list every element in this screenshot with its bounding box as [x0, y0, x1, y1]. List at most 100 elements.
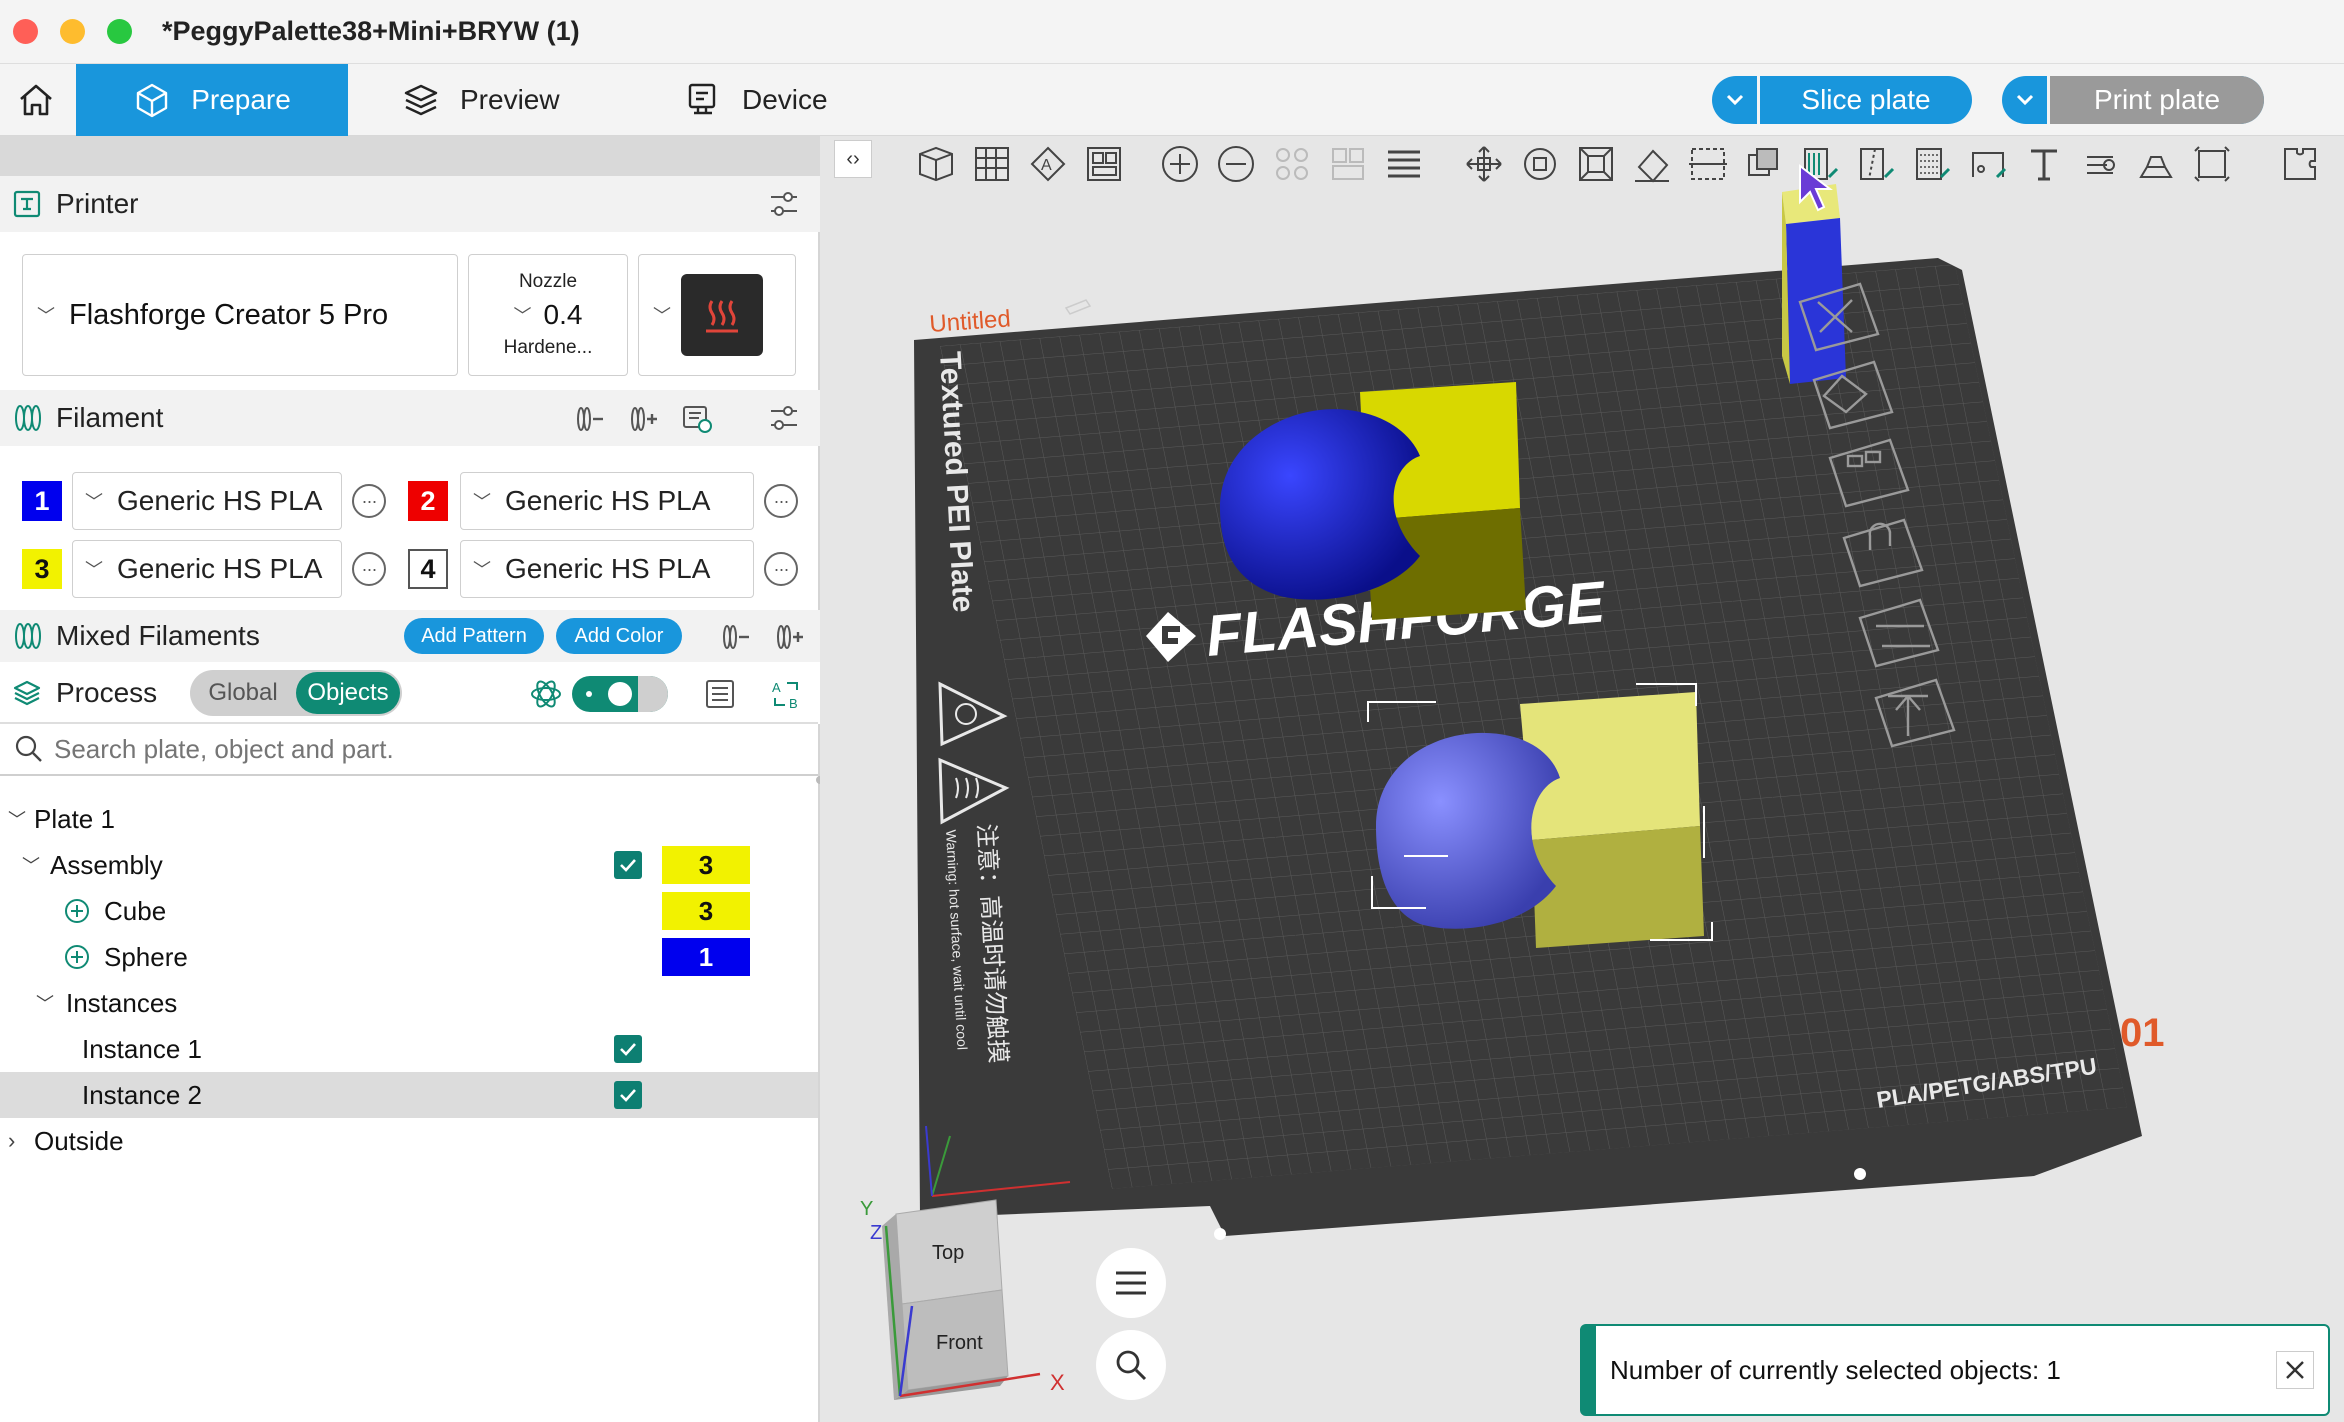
chevron-down-icon[interactable]: ﹀	[36, 990, 66, 1016]
add-filament-icon[interactable]	[624, 400, 662, 438]
remove-filament-icon[interactable]	[570, 400, 608, 438]
object-search-field[interactable]	[0, 722, 818, 776]
slice-plate-button[interactable]: Slice plate	[1712, 76, 1972, 124]
nozzle-value: 0.4	[543, 299, 583, 330]
filament-slot-4-more-icon[interactable]: ···	[764, 552, 798, 586]
tree-instance-1-label: Instance 1	[82, 1033, 202, 1064]
printer-select[interactable]: ﹀ Flashforge Creator 5 Pro	[22, 254, 458, 376]
view-cube[interactable]: Top Front Y Z X	[860, 1186, 1065, 1416]
add-mixed-filament-icon[interactable]	[770, 618, 808, 656]
process-scope-toggle[interactable]: Global Objects	[190, 670, 402, 716]
cube-extruder-badge[interactable]: 3	[662, 892, 750, 930]
sync-filament-icon[interactable]	[678, 400, 716, 438]
filament-slot-2-swatch[interactable]: 2	[408, 481, 448, 521]
filament-settings-icon[interactable]	[766, 400, 802, 436]
filament-slot-4-select[interactable]: ﹀ Generic HS PLA	[460, 540, 754, 598]
tab-prepare[interactable]: Prepare	[76, 64, 348, 136]
process-list-icon[interactable]	[700, 674, 740, 714]
part-add-icon	[65, 945, 89, 969]
wipe-tower-model[interactable]	[1782, 184, 1846, 384]
edit-name-icon[interactable]	[1064, 299, 1092, 315]
plate-number: 01	[2120, 1011, 2165, 1055]
tree-plate-row[interactable]: ﹀ Plate 1	[0, 796, 818, 842]
nozzle-select[interactable]: Nozzle ﹀ 0.4 Hardene...	[468, 254, 628, 376]
view-cube-front-label[interactable]: Front	[936, 1332, 983, 1355]
filament-slot-3-more-icon[interactable]: ···	[352, 552, 386, 586]
remove-mixed-filament-icon[interactable]	[716, 618, 754, 656]
view-cube-top-label[interactable]: Top	[932, 1242, 964, 1265]
filament-slot-1-swatch[interactable]: 1	[22, 481, 62, 521]
mixed-filaments-label: Mixed Filaments	[56, 620, 260, 651]
filament-slot-4-swatch[interactable]: 4	[408, 549, 448, 589]
slice-plate-label: Slice plate	[1801, 84, 1931, 115]
home-button[interactable]	[0, 64, 72, 136]
instance-2-visible-checkbox[interactable]	[614, 1081, 642, 1109]
left-sidebar: Printer ﹀ Flashforge Creator 5 Pro Nozzl…	[0, 136, 824, 1422]
printer-settings-icon[interactable]	[766, 186, 802, 222]
tree-assembly-row[interactable]: ﹀ Assembly 3	[0, 842, 818, 888]
filament-icon	[15, 405, 41, 431]
close-notification-button[interactable]	[2276, 1351, 2314, 1389]
close-icon	[2286, 1361, 2304, 1379]
axis-z-label: Z	[870, 1222, 883, 1244]
tab-device[interactable]: Device	[684, 64, 884, 136]
printer-icon	[13, 190, 41, 218]
plate-name-label[interactable]: Untitled	[929, 305, 1012, 338]
prepare-icon	[136, 83, 168, 118]
tree-instance-row[interactable]: Instance 1	[0, 1026, 818, 1072]
menu-button[interactable]	[1096, 1248, 1166, 1318]
filament-header-label: Filament	[56, 402, 164, 433]
instance-1-visible-checkbox[interactable]	[614, 1035, 642, 1063]
filament-slot-1-more-icon[interactable]: ···	[352, 484, 386, 518]
mixed-filaments-header: Mixed Filaments Add Pattern Add Color	[0, 610, 820, 662]
toggle-global[interactable]: Global	[190, 679, 296, 707]
tree-instance-row-selected[interactable]: Instance 2	[0, 1072, 818, 1118]
toggle-objects[interactable]: Objects	[296, 672, 400, 714]
bed-type-select[interactable]: ﹀	[638, 254, 796, 376]
sphere-extruder-badge[interactable]: 1	[662, 938, 750, 976]
chevron-down-icon: ﹀	[473, 492, 491, 512]
notification-text: Number of currently selected objects: 1	[1610, 1354, 2061, 1385]
close-window-button[interactable]	[13, 19, 38, 44]
minimize-window-button[interactable]	[60, 19, 85, 44]
filament-slot-3-select[interactable]: ﹀ Generic HS PLA	[72, 540, 342, 598]
filament-slot-2-name: Generic HS PLA	[505, 485, 711, 516]
add-color-button[interactable]: Add Color	[556, 618, 682, 654]
search-input[interactable]	[54, 733, 774, 765]
assembly-extruder-badge[interactable]: 3	[662, 846, 750, 884]
assembly-visible-checkbox[interactable]	[614, 851, 642, 879]
chevron-right-icon[interactable]: ›	[8, 1128, 34, 1154]
filament-slot-3-swatch[interactable]: 3	[22, 549, 62, 589]
tree-instance-2-label: Instance 2	[82, 1079, 202, 1110]
compare-presets-icon[interactable]: AB	[766, 674, 806, 714]
tree-instances-row[interactable]: ﹀ Instances	[0, 980, 818, 1026]
chevron-down-icon[interactable]: ﹀	[22, 852, 50, 878]
tree-outside-row[interactable]: › Outside	[0, 1118, 818, 1164]
svg-text:B: B	[789, 696, 798, 711]
zoom-search-button[interactable]	[1096, 1330, 1166, 1400]
svg-text:A: A	[772, 680, 781, 695]
chevron-down-icon: ﹀	[513, 306, 532, 326]
tree-part-row[interactable]: Cube 3	[0, 888, 818, 934]
filament-slot-4-name: Generic HS PLA	[505, 553, 711, 584]
filament-slot-1-select[interactable]: ﹀ Generic HS PLA	[72, 472, 342, 530]
tree-assembly-label: Assembly	[50, 849, 163, 880]
tree-plate-label: Plate 1	[34, 803, 115, 834]
chevron-down-icon[interactable]: ﹀	[8, 806, 34, 832]
tab-preview[interactable]: Preview	[402, 64, 602, 136]
slice-dropdown-chevron-icon[interactable]	[1712, 76, 1760, 124]
auto-settings-icon[interactable]	[526, 674, 566, 714]
advanced-toggle[interactable]	[572, 676, 668, 712]
3d-viewport[interactable]: ‹› A Untitled 01 Textured PEI Plate 注意：高…	[820, 136, 2344, 1422]
selection-notification: Number of currently selected objects: 1	[1580, 1324, 2330, 1416]
tree-cube-label: Cube	[104, 895, 167, 926]
add-pattern-button[interactable]: Add Pattern	[404, 618, 544, 654]
print-plate-button[interactable]: Print plate	[2002, 76, 2264, 124]
filament-slot-2-more-icon[interactable]: ···	[764, 484, 798, 518]
tree-part-row[interactable]: Sphere 1	[0, 934, 818, 980]
filament-slot-2-select[interactable]: ﹀ Generic HS PLA	[460, 472, 754, 530]
printer-section-header: Printer	[0, 176, 820, 232]
print-dropdown-chevron-icon[interactable]	[2002, 76, 2050, 124]
zoom-window-button[interactable]	[107, 19, 132, 44]
bed-mount-hole	[1214, 1228, 1226, 1240]
